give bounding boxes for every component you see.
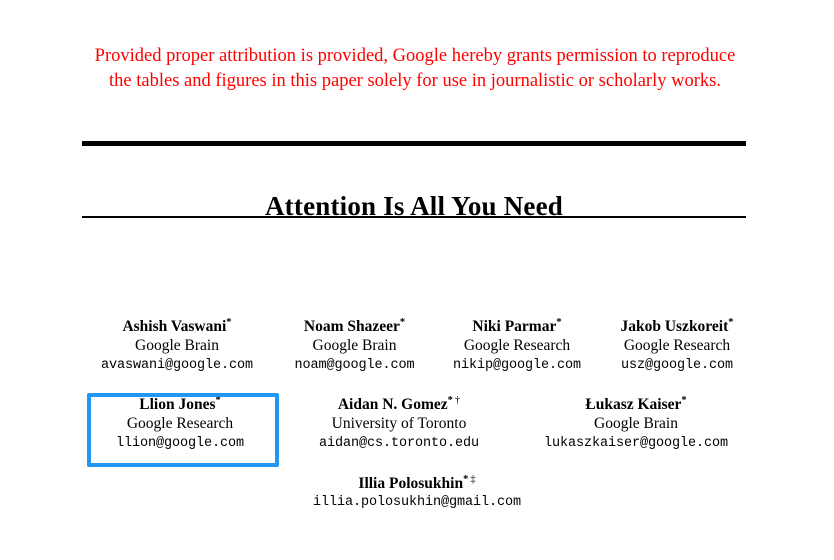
title-rule-top bbox=[82, 141, 746, 146]
author-affiliation: Google Research bbox=[463, 337, 571, 355]
author-name: Llion Jones* bbox=[82, 391, 278, 414]
author-block: Ashish Vaswani* Google Brain avaswani@go… bbox=[82, 313, 752, 513]
author-entry: Aidan N. Gomez* † University of Toronto a… bbox=[301, 391, 497, 454]
author-mark-double-dagger: ‡ bbox=[470, 474, 476, 486]
author-row: Llion Jones* Google Research llion@googl… bbox=[82, 391, 752, 454]
author-name-text: Noam Shazeer bbox=[303, 318, 400, 336]
author-affiliation: Google Brain bbox=[594, 415, 678, 433]
author-mark-asterisk: * bbox=[556, 317, 562, 328]
author-name-text: Ashish Vaswani bbox=[122, 318, 227, 336]
author-email: illia.polosukhin@gmail.com bbox=[312, 495, 522, 511]
author-mark-asterisk: * bbox=[399, 317, 406, 328]
author-name: Niki Parmar* bbox=[437, 313, 597, 336]
author-email: lukaszkaiser@google.com bbox=[543, 436, 729, 452]
author-entry-highlighted: Llion Jones* Google Research llion@googl… bbox=[82, 391, 278, 454]
author-name: Ashish Vaswani* bbox=[82, 313, 272, 336]
author-email: noam@google.com bbox=[294, 358, 415, 374]
author-mark-dagger: † bbox=[454, 395, 461, 407]
author-entry: Łukasz Kaiser* Google Brain lukaszkaiser… bbox=[520, 391, 752, 454]
author-name-text: Illia Polosukhin bbox=[358, 475, 464, 493]
author-email: llion@google.com bbox=[115, 436, 245, 452]
author-mark-asterisk: * bbox=[463, 474, 469, 486]
author-name-text: Aidan N. Gomez bbox=[337, 396, 448, 414]
paper-page: Provided proper attribution is provided,… bbox=[0, 0, 834, 560]
author-name-text: Łukasz Kaiser bbox=[585, 396, 682, 414]
title-rule-bottom bbox=[82, 216, 746, 218]
author-mark-asterisk: * bbox=[215, 395, 221, 407]
author-affiliation: Google Research bbox=[126, 415, 234, 433]
author-email: usz@google.com bbox=[620, 358, 734, 374]
author-entry: Jakob Uszkoreit* Google Research usz@goo… bbox=[602, 313, 752, 376]
author-entry: Ashish Vaswani* Google Brain avaswani@go… bbox=[82, 313, 272, 376]
author-name: Illia Polosukhin* ‡ bbox=[313, 470, 521, 493]
author-entry: Noam Shazeer* Google Brain noam@google.c… bbox=[277, 313, 432, 376]
author-mark-asterisk: * bbox=[681, 395, 687, 407]
author-mark-asterisk: * bbox=[728, 317, 734, 328]
author-name-text: Llion Jones bbox=[139, 396, 216, 414]
author-entry: Illia Polosukhin* ‡ illia.polosukhin@gmai… bbox=[313, 470, 521, 513]
author-name: Jakob Uszkoreit* bbox=[602, 313, 752, 336]
author-email: nikip@google.com bbox=[452, 358, 582, 374]
author-entry: Niki Parmar* Google Research nikip@googl… bbox=[437, 313, 597, 376]
author-affiliation: University of Toronto bbox=[331, 415, 467, 433]
author-affiliation: Google Research bbox=[623, 337, 731, 355]
author-affiliation: Google Brain bbox=[135, 337, 219, 355]
author-name: Aidan N. Gomez* † bbox=[301, 391, 497, 414]
author-name-text: Niki Parmar bbox=[472, 318, 557, 336]
author-name: Noam Shazeer* bbox=[277, 313, 432, 336]
author-mark-asterisk: * bbox=[226, 317, 232, 328]
author-mark-asterisk: * bbox=[447, 395, 453, 407]
author-row: Ashish Vaswani* Google Brain avaswani@go… bbox=[82, 313, 752, 376]
author-name-text: Jakob Uszkoreit bbox=[620, 318, 729, 336]
author-email: avaswani@google.com bbox=[100, 358, 254, 374]
author-email: aidan@cs.toronto.edu bbox=[318, 436, 480, 452]
author-name: Łukasz Kaiser* bbox=[520, 391, 752, 414]
author-row: Illia Polosukhin* ‡ illia.polosukhin@gmai… bbox=[82, 470, 752, 513]
permission-notice: Provided proper attribution is provided,… bbox=[94, 46, 736, 91]
author-affiliation: Google Brain bbox=[312, 337, 397, 355]
